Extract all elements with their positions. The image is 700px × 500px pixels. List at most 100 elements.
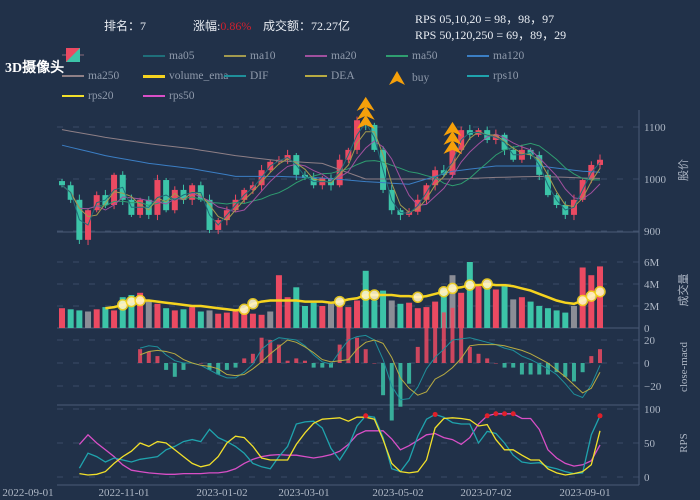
volume-bar (93, 309, 100, 328)
macd-histogram-bar (511, 363, 516, 368)
macd-histogram-bar (198, 363, 203, 364)
volume-bar (570, 306, 577, 328)
volume-bar (67, 309, 74, 328)
rps-tick-label: 100 (644, 404, 661, 416)
macd-histogram-bar (424, 317, 429, 363)
macd-histogram-bar (598, 349, 602, 363)
rps20-line (79, 416, 601, 476)
macd-histogram-bar (155, 356, 160, 363)
macd-histogram-bar (493, 363, 498, 364)
x-tick-label: 2022-09-01 (2, 487, 53, 499)
rps10-line (78, 413, 601, 475)
candle-body (59, 181, 65, 186)
volume-ema-marker (333, 295, 346, 308)
macd-histogram-bar (363, 349, 368, 363)
macd-tick-label: 20 (644, 335, 656, 347)
macd-histogram-bar (346, 323, 351, 363)
macd-histogram-bar (164, 363, 169, 370)
macd-histogram-bar (172, 363, 177, 377)
volume-bar (354, 300, 361, 328)
rps-tick-label: 0 (644, 472, 650, 484)
volume-tick-label: 4M (644, 279, 660, 291)
macd-histogram-bar (233, 363, 238, 368)
volume-bar (475, 286, 482, 328)
volume-axis-title: 成交量 (676, 274, 690, 307)
volume-bar (536, 306, 543, 328)
volume-bar (163, 308, 170, 328)
volume-bar (284, 297, 291, 328)
macd-histogram-bar (372, 363, 377, 364)
volume-bar (544, 308, 551, 328)
volume-bar (171, 310, 178, 328)
volume-tick-label: 6M (644, 257, 660, 269)
macd-histogram-bar (389, 363, 394, 421)
volume-bar (336, 306, 343, 328)
macd-histogram-bar (467, 346, 472, 363)
volume-bar (466, 262, 473, 328)
volume-ema-marker (368, 289, 381, 301)
volume-bar (59, 308, 65, 328)
macd-histogram-bar (407, 363, 412, 384)
volume-bar (397, 303, 404, 328)
x-tick-label: 2022-11-01 (99, 487, 150, 499)
volume-bar (414, 308, 421, 328)
volume-bar (189, 307, 196, 328)
macd-histogram-bar (242, 358, 247, 363)
volume-bar (388, 300, 395, 328)
volume-bar (492, 289, 499, 328)
macd-histogram-bar (476, 353, 481, 363)
volume-bar (301, 306, 308, 328)
rps-high-marker (510, 411, 516, 417)
macd-histogram-bar (381, 363, 386, 396)
price-tick-label: 1000 (644, 174, 667, 186)
volume-bar (458, 292, 465, 328)
volume-bar (111, 310, 118, 328)
macd-tick-label: −20 (644, 381, 662, 393)
x-tick-label: 2023-01-02 (196, 487, 247, 499)
volume-ema-marker (594, 285, 606, 298)
macd-histogram-bar (519, 363, 524, 375)
macd-histogram-bar (485, 358, 490, 363)
macd-tick-label: 0 (644, 358, 650, 370)
macd-histogram-bar (589, 356, 594, 363)
rps-high-marker (363, 413, 369, 419)
macd-histogram-bar (571, 363, 576, 382)
rps-high-marker (484, 413, 490, 419)
volume-bar (553, 310, 560, 328)
volume-bar (406, 302, 413, 328)
volume-bar (562, 312, 569, 328)
macd-histogram-bar (320, 363, 325, 368)
macd-axis-title: close-macd (678, 341, 690, 392)
volume-bar (510, 299, 517, 328)
volume-bar (154, 303, 161, 328)
volume-bar (518, 297, 525, 328)
macd-histogram-bar (146, 351, 151, 363)
macd-histogram-bar (294, 358, 299, 363)
rps50-line (78, 413, 601, 475)
volume-ema-marker (464, 279, 476, 291)
volume-bar (328, 301, 334, 328)
volume-bar (223, 312, 230, 328)
volume-bar (484, 284, 491, 328)
volume-ema-marker (412, 291, 424, 303)
rps-tick-label: 50 (644, 438, 656, 450)
macd-histogram-bar (224, 363, 229, 370)
volume-bar (102, 307, 109, 328)
stock-chart: 9001000110002M4M6M−20020050100股价成交量close… (2, 96, 690, 499)
macd-histogram-bar (259, 337, 264, 363)
macd-histogram-bar (181, 363, 186, 370)
x-tick-label: 2023-09-01 (559, 487, 610, 499)
macd-histogram-bar (563, 363, 568, 377)
macd-histogram-bar (138, 349, 143, 363)
x-tick-label: 2023-05-02 (372, 487, 423, 499)
volume-bar (249, 313, 256, 328)
macd-histogram-bar (450, 307, 455, 363)
rps-high-marker (597, 413, 603, 419)
volume-bar (319, 306, 326, 328)
volume-ema-marker (134, 294, 146, 307)
macd-histogram-bar (311, 363, 316, 368)
macd-histogram-bar (528, 363, 533, 375)
volume-bar (501, 286, 508, 328)
volume-bar (267, 311, 274, 328)
x-tick-label: 2023-07-02 (460, 487, 511, 499)
